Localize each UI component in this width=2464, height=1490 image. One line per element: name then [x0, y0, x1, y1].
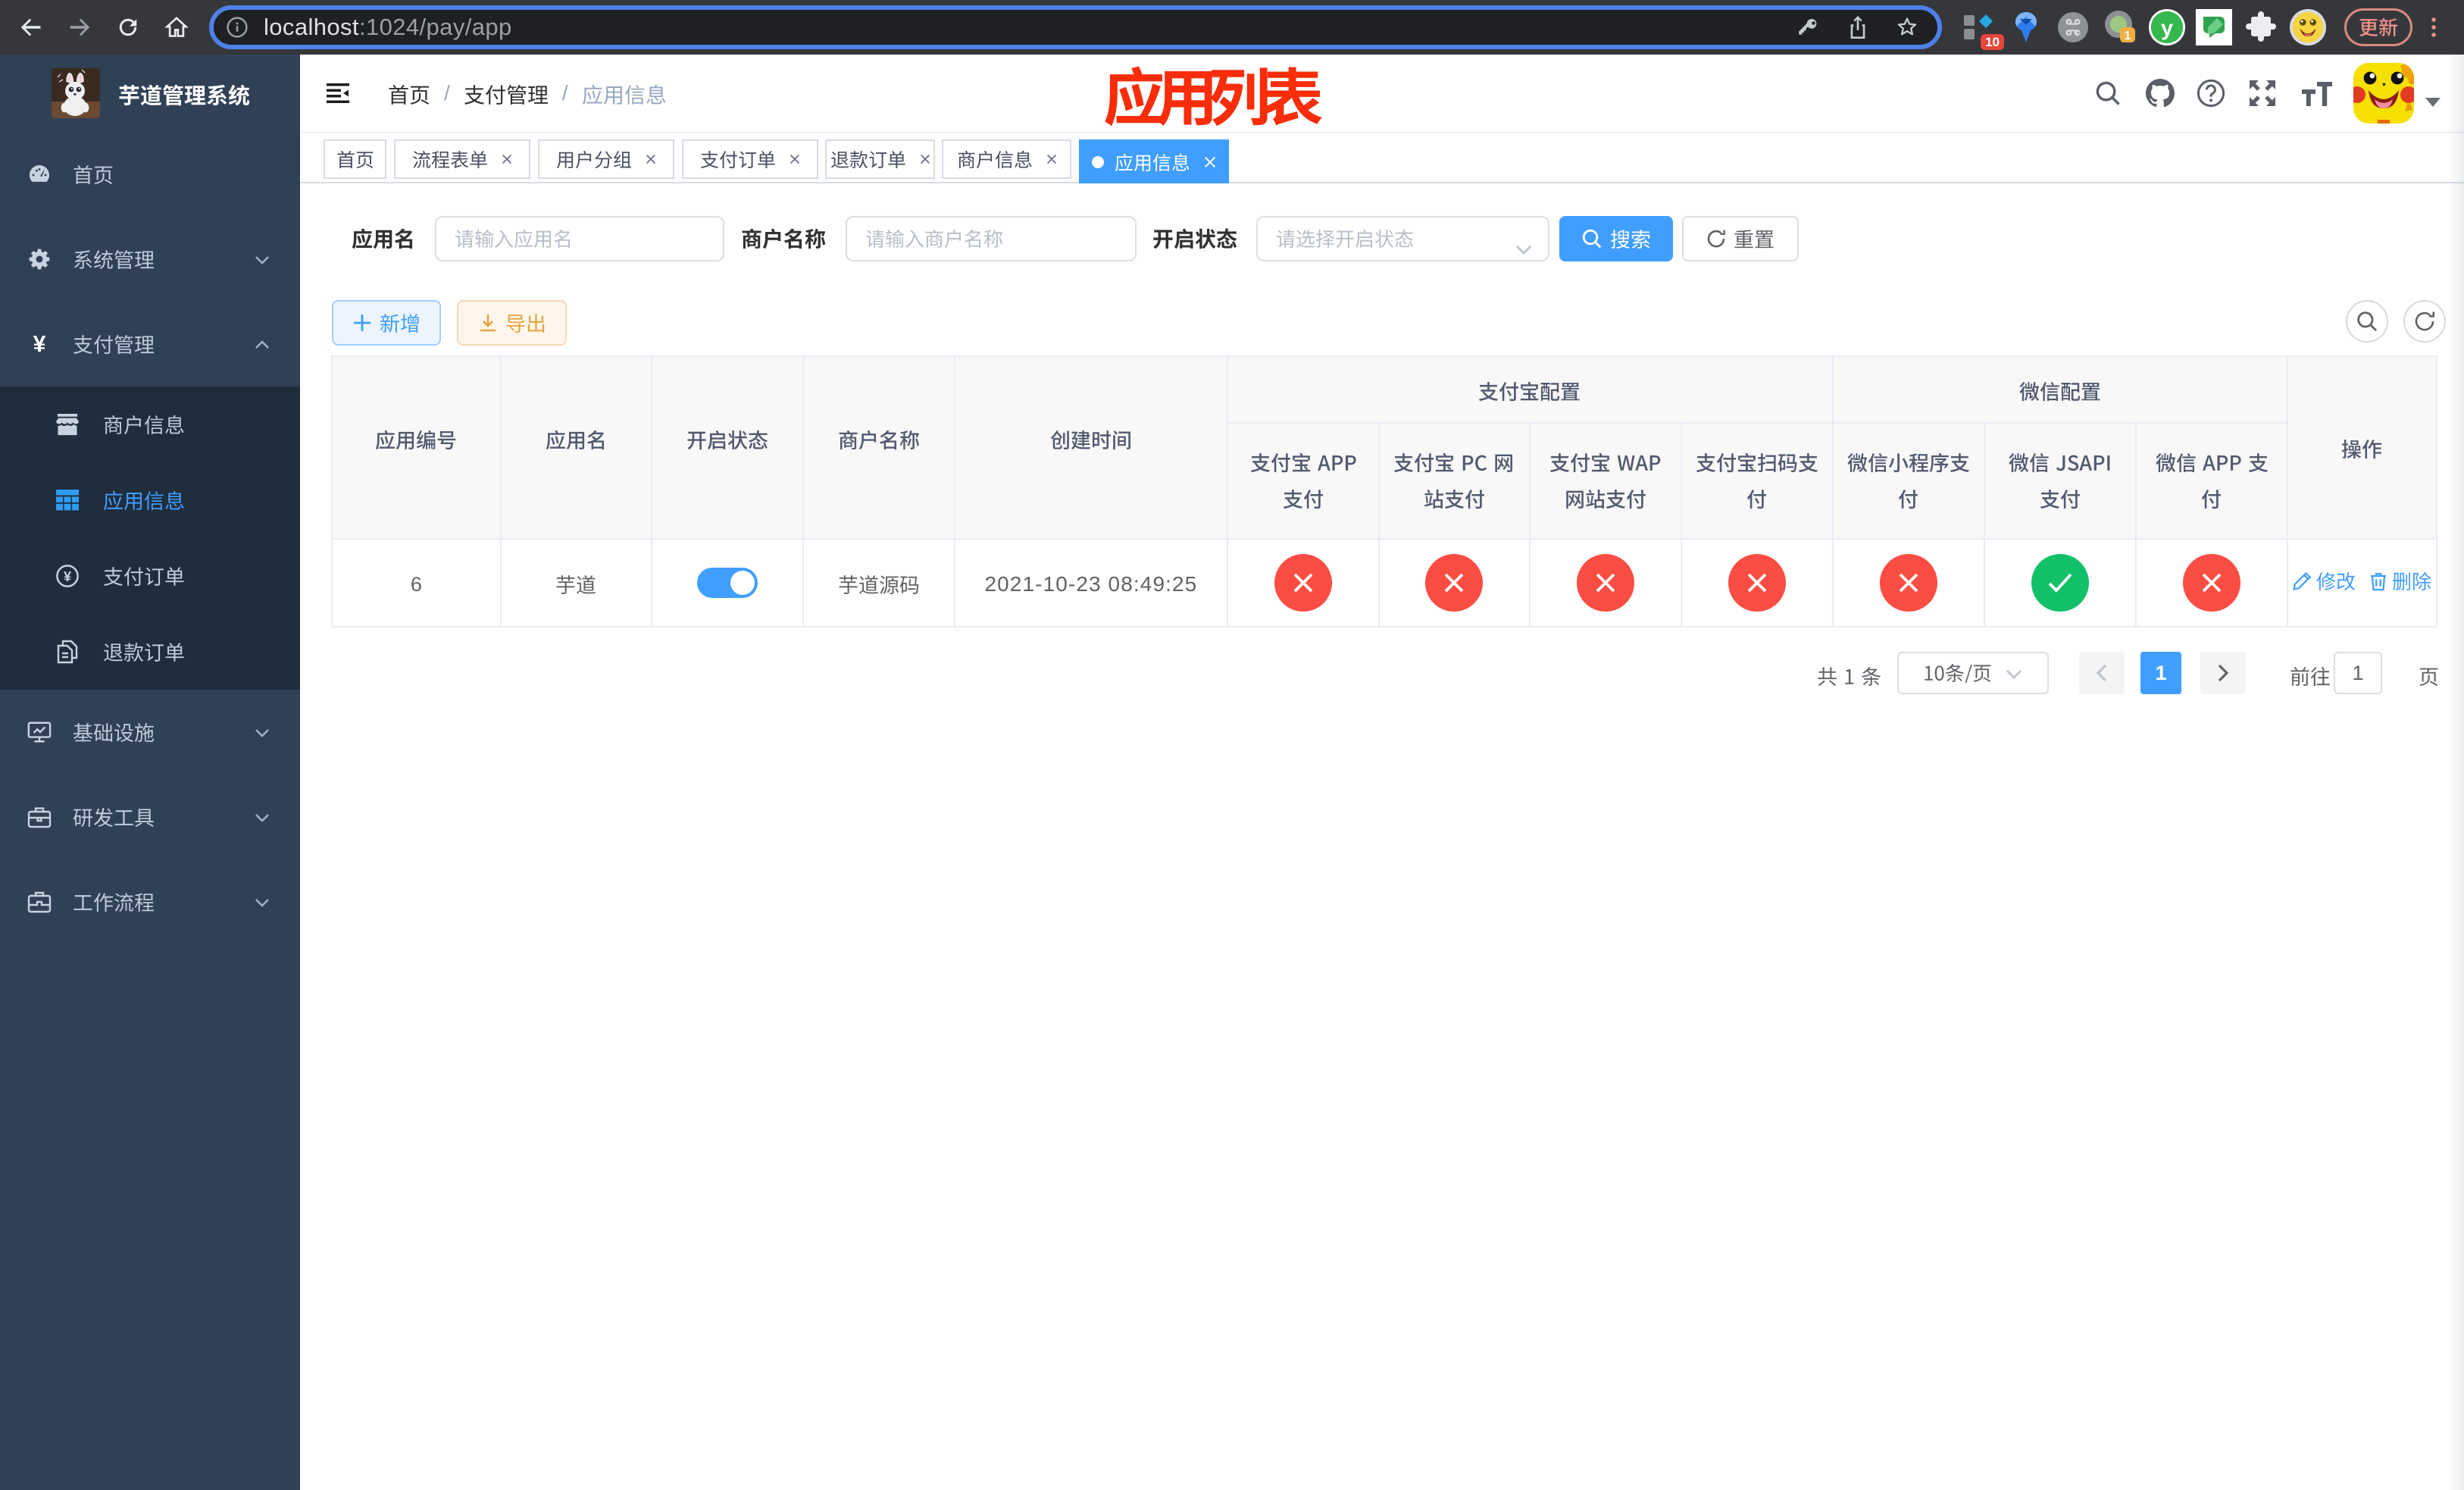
- svg-text:¥: ¥: [33, 332, 46, 357]
- svg-text:1: 1: [2125, 30, 2131, 42]
- svg-text:¥: ¥: [64, 568, 72, 584]
- svg-text:y: y: [2161, 17, 2173, 41]
